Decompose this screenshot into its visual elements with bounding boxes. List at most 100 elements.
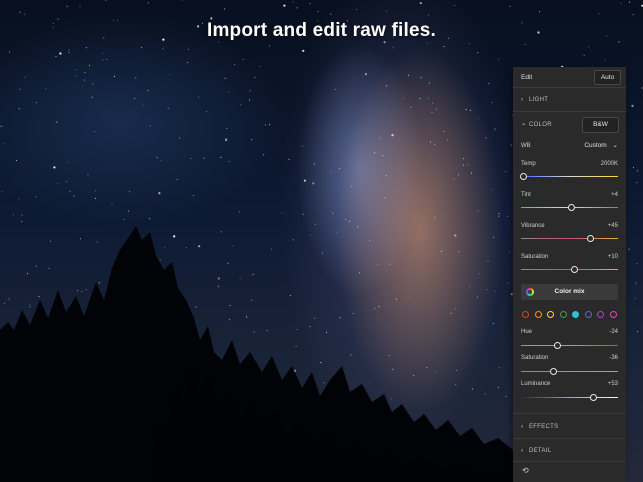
star xyxy=(96,241,98,243)
section-light-label: LIGHT xyxy=(529,97,549,103)
color-swatch[interactable] xyxy=(584,311,592,318)
star xyxy=(228,319,230,321)
vibrance-slider-knob[interactable] xyxy=(587,235,595,242)
star xyxy=(149,125,151,127)
luminance-track[interactable] xyxy=(521,397,618,398)
star xyxy=(434,371,436,373)
section-effects[interactable]: › EFFECTS xyxy=(513,414,626,438)
luminance-slider-knob[interactable] xyxy=(590,394,598,401)
star xyxy=(388,355,390,356)
star xyxy=(453,178,455,180)
star xyxy=(87,174,89,176)
star xyxy=(114,76,116,77)
color-swatch[interactable] xyxy=(597,311,604,318)
star xyxy=(102,52,104,54)
color-swatch[interactable] xyxy=(547,311,554,318)
star xyxy=(359,272,361,274)
color-mix-button[interactable]: Color mix xyxy=(521,284,618,300)
star xyxy=(478,117,479,119)
star xyxy=(246,317,247,319)
star xyxy=(470,109,471,111)
mix-saturation-track[interactable] xyxy=(521,371,618,372)
color-swatch[interactable] xyxy=(572,311,579,318)
star xyxy=(598,13,600,14)
star xyxy=(29,306,31,308)
star xyxy=(111,203,113,205)
hue-label: Hue xyxy=(521,329,533,335)
star xyxy=(224,77,226,79)
star xyxy=(392,47,394,49)
star xyxy=(269,45,270,47)
saturation-track[interactable] xyxy=(521,269,618,270)
star xyxy=(1,191,3,193)
star xyxy=(220,156,222,158)
star xyxy=(326,331,328,333)
color-swatch[interactable] xyxy=(559,311,567,318)
star xyxy=(203,157,205,159)
auto-button[interactable]: Auto xyxy=(594,70,621,85)
star xyxy=(95,190,97,192)
star xyxy=(456,369,458,371)
color-swatch[interactable] xyxy=(522,311,529,318)
star xyxy=(467,164,469,166)
undo-icon[interactable]: ⟲ xyxy=(522,466,529,475)
star xyxy=(506,215,508,217)
star xyxy=(628,248,630,250)
color-swatch[interactable] xyxy=(534,311,542,318)
star xyxy=(56,121,58,123)
star xyxy=(335,231,337,233)
tint-slider-knob[interactable] xyxy=(567,204,575,211)
temp-track[interactable] xyxy=(521,176,618,177)
star xyxy=(198,96,200,98)
star xyxy=(389,263,391,265)
star xyxy=(386,85,388,87)
star xyxy=(507,282,509,284)
star xyxy=(66,161,68,163)
star xyxy=(390,398,392,400)
hue-slider-knob[interactable] xyxy=(554,342,562,349)
star xyxy=(637,170,639,172)
section-color-label: COLOR xyxy=(529,122,552,128)
star xyxy=(352,313,354,315)
star xyxy=(4,143,5,145)
star xyxy=(339,168,341,170)
star xyxy=(454,234,457,237)
star xyxy=(443,46,445,48)
hue-track[interactable] xyxy=(521,345,618,346)
star xyxy=(23,13,25,15)
wb-dropdown[interactable]: Custom ⌄ xyxy=(584,141,618,149)
star xyxy=(220,231,222,233)
star xyxy=(105,0,107,1)
star xyxy=(38,296,40,298)
section-light[interactable]: › LIGHT xyxy=(513,88,626,110)
saturation-slider-knob[interactable] xyxy=(570,266,578,273)
star xyxy=(633,167,634,168)
star xyxy=(190,157,192,159)
star xyxy=(310,234,311,236)
color-swatch[interactable] xyxy=(609,311,617,318)
hue-value: -24 xyxy=(609,329,618,335)
divider xyxy=(513,461,626,462)
chevron-right-icon: › xyxy=(521,423,524,430)
star xyxy=(469,286,471,287)
star xyxy=(487,260,489,262)
bw-button[interactable]: B&W xyxy=(582,117,619,133)
star xyxy=(465,108,467,110)
vibrance-track[interactable] xyxy=(521,238,618,239)
wb-label: WB xyxy=(521,143,531,149)
section-detail[interactable]: › DETAIL xyxy=(513,439,626,461)
star xyxy=(281,212,283,214)
star xyxy=(68,49,70,51)
star xyxy=(77,290,79,292)
mix-saturation-slider-knob[interactable] xyxy=(550,368,558,375)
star xyxy=(539,11,541,13)
chevron-down-icon: ⌄ xyxy=(521,120,527,127)
star xyxy=(253,331,255,333)
star xyxy=(488,83,490,84)
star xyxy=(263,154,265,156)
star xyxy=(129,191,131,193)
star xyxy=(205,111,207,113)
star xyxy=(350,354,352,356)
temp-slider-knob[interactable] xyxy=(520,173,528,180)
star xyxy=(232,245,234,247)
